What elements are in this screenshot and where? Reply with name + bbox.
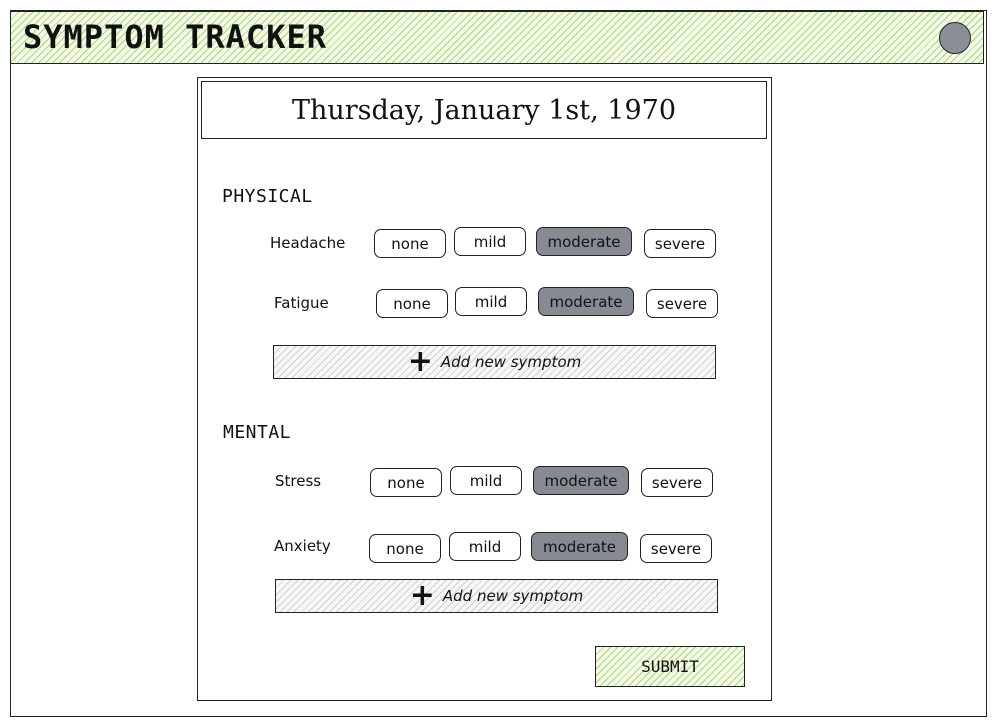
severity-button-mild[interactable]: mild <box>449 532 521 561</box>
symptom-label-anxiety: Anxiety <box>274 537 331 555</box>
date-header: Thursday, January 1st, 1970 <box>201 81 767 139</box>
symptom-label-headache: Headache <box>270 234 346 252</box>
add-symptom-label: Add new symptom <box>442 587 584 605</box>
add-symptom-button[interactable]: + Add new symptom <box>275 579 718 613</box>
severity-button-none[interactable]: none <box>370 468 442 497</box>
user-avatar-icon[interactable] <box>939 22 971 54</box>
header-bar: SYMPTOM TRACKER <box>10 11 984 64</box>
severity-button-mild[interactable]: mild <box>450 466 522 495</box>
severity-button-moderate[interactable]: moderate <box>533 466 629 495</box>
severity-button-severe[interactable]: severe <box>644 229 716 258</box>
symptom-label-stress: Stress <box>275 472 322 490</box>
severity-button-severe[interactable]: severe <box>646 289 718 318</box>
add-symptom-button[interactable]: + Add new symptom <box>273 345 716 379</box>
add-symptom-label: Add new symptom <box>440 353 582 371</box>
severity-button-none[interactable]: none <box>369 534 441 563</box>
severity-button-none[interactable]: none <box>376 289 448 318</box>
severity-button-moderate[interactable]: moderate <box>531 532 628 561</box>
severity-button-severe[interactable]: severe <box>640 534 712 563</box>
section-title-mental: MENTAL <box>223 422 292 443</box>
plus-icon: + <box>409 578 435 613</box>
severity-button-none[interactable]: none <box>374 229 446 258</box>
tracker-card: Thursday, January 1st, 1970 PHYSICAL Hea… <box>197 77 772 701</box>
severity-button-moderate[interactable]: moderate <box>536 227 632 256</box>
severity-button-mild[interactable]: mild <box>454 227 526 256</box>
app-title: SYMPTOM TRACKER <box>23 18 327 56</box>
submit-button[interactable]: SUBMIT <box>595 646 745 687</box>
severity-button-mild[interactable]: mild <box>455 287 527 316</box>
severity-button-severe[interactable]: severe <box>641 468 713 497</box>
plus-icon: + <box>407 344 433 379</box>
section-title-physical: PHYSICAL <box>222 186 313 207</box>
severity-button-moderate[interactable]: moderate <box>538 287 634 316</box>
symptom-label-fatigue: Fatigue <box>274 294 329 312</box>
